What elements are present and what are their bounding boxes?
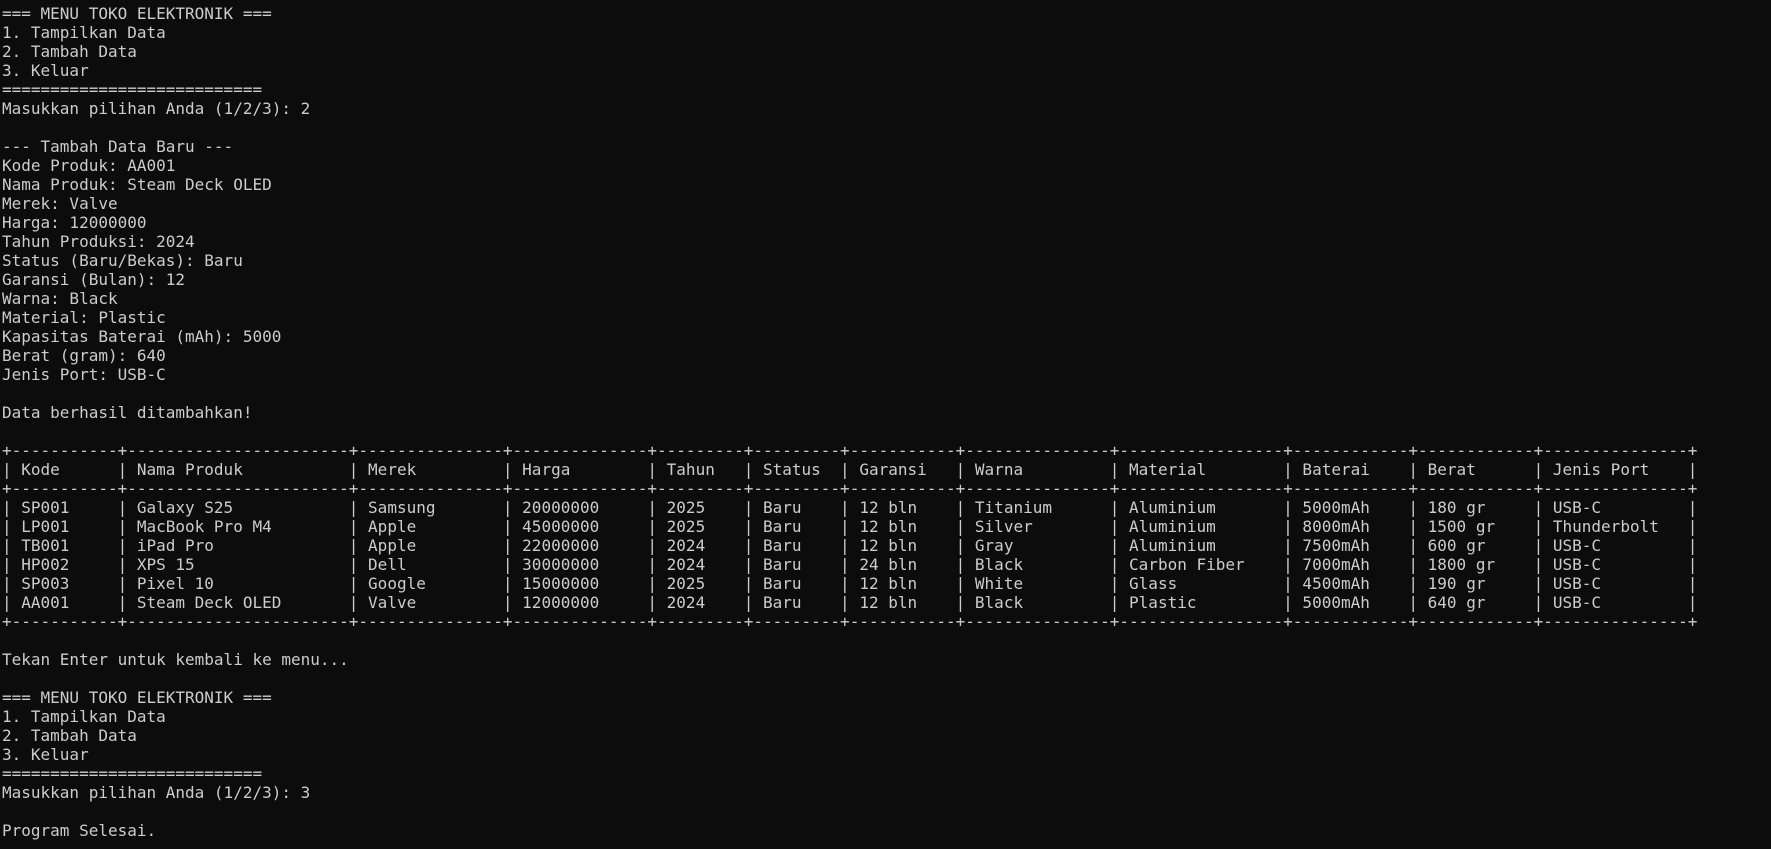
form-field: Berat (gram): 640 xyxy=(2,346,166,365)
table-border: +-----------+-----------------------+---… xyxy=(2,441,1698,460)
return-prompt: Tekan Enter untuk kembali ke menu... xyxy=(2,650,349,669)
table-row: | TB001 | iPad Pro | Apple | 22000000 | … xyxy=(2,536,1698,555)
table-row: | HP002 | XPS 15 | Dell | 30000000 | 202… xyxy=(2,555,1698,574)
table-row: | SP003 | Pixel 10 | Google | 15000000 |… xyxy=(2,574,1698,593)
table-header-row: | Kode | Nama Produk | Merek | Harga | T… xyxy=(2,460,1698,479)
menu-separator: =========================== xyxy=(2,764,263,783)
form-field: Harga: 12000000 xyxy=(2,213,147,232)
product-table: +-----------+-----------------------+---… xyxy=(2,441,1771,631)
form-field: Merek: Valve xyxy=(2,194,118,213)
menu-title: === MENU TOKO ELEKTRONIK === xyxy=(2,688,272,707)
form-field: Tahun Produksi: 2024 xyxy=(2,232,195,251)
end-message: Program Selesai. xyxy=(2,821,157,840)
terminal-window[interactable]: === MENU TOKO ELEKTRONIK === 1. Tampilka… xyxy=(0,0,1771,849)
menu-title: === MENU TOKO ELEKTRONIK === xyxy=(2,4,272,23)
menu-prompt: Masukkan pilihan Anda (1/2/3): 2 xyxy=(2,99,311,118)
form-field: Kapasitas Baterai (mAh): 5000 xyxy=(2,327,282,346)
menu-second: === MENU TOKO ELEKTRONIK === 1. Tampilka… xyxy=(2,688,1771,802)
menu-item: 1. Tampilkan Data xyxy=(2,23,166,42)
form-field: Nama Produk: Steam Deck OLED xyxy=(2,175,272,194)
table-row: | SP001 | Galaxy S25 | Samsung | 2000000… xyxy=(2,498,1698,517)
menu-separator: =========================== xyxy=(2,80,263,99)
table-border: +-----------+-----------------------+---… xyxy=(2,479,1698,498)
form-field: Jenis Port: USB-C xyxy=(2,365,166,384)
menu-item: 1. Tampilkan Data xyxy=(2,707,166,726)
menu-item: 3. Keluar xyxy=(2,61,89,80)
form-field: Material: Plastic xyxy=(2,308,166,327)
form-field: Warna: Black xyxy=(2,289,118,308)
table-border: +-----------+-----------------------+---… xyxy=(2,612,1698,631)
menu-first: === MENU TOKO ELEKTRONIK === 1. Tampilka… xyxy=(2,4,1771,118)
success-message: Data berhasil ditambahkan! xyxy=(2,403,253,422)
menu-item: 3. Keluar xyxy=(2,745,89,764)
menu-item: 2. Tambah Data xyxy=(2,726,137,745)
form-field: Kode Produk: AA001 xyxy=(2,156,176,175)
menu-prompt: Masukkan pilihan Anda (1/2/3): 3 xyxy=(2,783,311,802)
form-header: --- Tambah Data Baru --- xyxy=(2,137,234,156)
table-row: | LP001 | MacBook Pro M4 | Apple | 45000… xyxy=(2,517,1698,536)
add-form: --- Tambah Data Baru --- Kode Produk: AA… xyxy=(2,137,1771,422)
menu-item: 2. Tambah Data xyxy=(2,42,137,61)
form-field: Garansi (Bulan): 12 xyxy=(2,270,186,289)
form-field: Status (Baru/Bekas): Baru xyxy=(2,251,243,270)
table-row: | AA001 | Steam Deck OLED | Valve | 1200… xyxy=(2,593,1698,612)
